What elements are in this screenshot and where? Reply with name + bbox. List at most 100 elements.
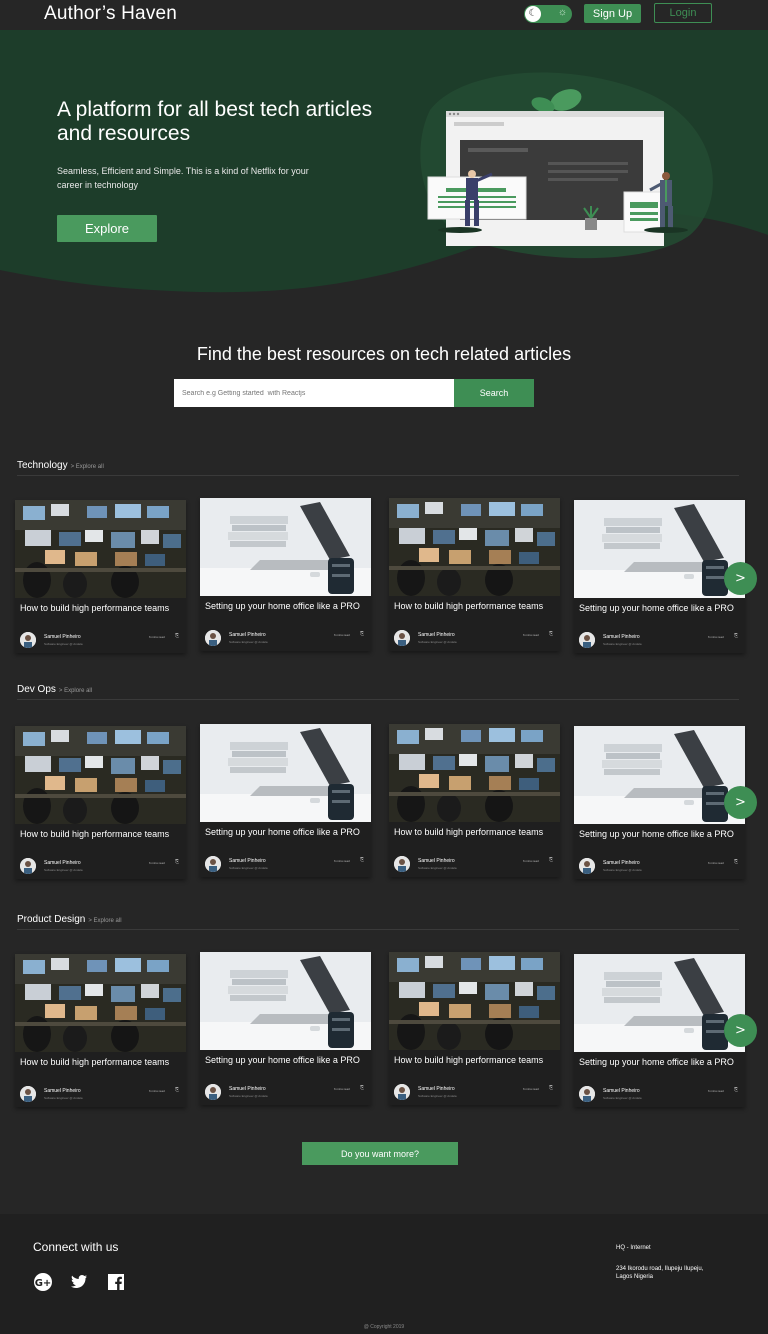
author-role: Software Engineer @ Andela [229,1094,268,1098]
author-name: Samuel Pinheiro [229,858,266,864]
bookmark-icon[interactable]: ⎘ [734,1087,738,1093]
article-title: Setting up your home office like a PRO [579,1057,734,1067]
article-thumbnail [15,726,186,824]
bookmark-icon[interactable]: ⎘ [549,1085,553,1091]
hero-illustration [427,89,688,246]
section-divider [17,929,739,930]
article-card[interactable]: Setting up your home office like a PRO Sa… [200,952,371,1105]
article-card[interactable]: How to build high performance teams Samue… [389,498,560,651]
article-title: Setting up your home office like a PRO [579,829,734,839]
moon-icon: ☾ [525,6,541,22]
next-arrow-button[interactable]: > [724,1014,757,1047]
article-thumbnail [200,498,371,596]
author-role: Software Engineer @ Andela [603,642,642,646]
next-arrow-button[interactable]: > [724,562,757,595]
explore-button[interactable]: Explore [57,215,157,242]
bookmark-icon[interactable]: ⎘ [360,1085,364,1091]
article-thumbnail [15,954,186,1052]
article-title: Setting up your home office like a PRO [205,601,360,611]
article-title: How to build high performance teams [20,603,170,613]
author-name: Samuel Pinheiro [418,632,455,638]
search-heading: Find the best resources on tech related … [196,344,572,364]
bookmark-icon[interactable]: ⎘ [175,633,179,639]
read-time: 6 mins read [708,635,724,639]
author-name: Samuel Pinheiro [603,860,640,866]
article-card[interactable]: How to build high performance teams Samue… [15,954,186,1107]
article-card[interactable]: Setting up your home office like a PRO Sa… [200,724,371,877]
avatar [20,1086,36,1102]
hero-subtitle: Seamless, Efficient and Simple. This is … [57,166,309,190]
author-role: Software Engineer @ Andela [418,866,457,870]
login-button[interactable]: Login [654,3,712,23]
author-role: Software Engineer @ Andela [418,1094,457,1098]
article-thumbnail [15,500,186,598]
copyright: @ Copyright 2019 [363,1324,405,1330]
author-role: Software Engineer @ Andela [603,868,642,872]
author-role: Software Engineer @ Andela [44,642,83,646]
bookmark-icon[interactable]: ⎘ [734,633,738,639]
more-button[interactable]: Do you want more? [302,1142,458,1165]
author-name: Samuel Pinheiro [229,632,266,638]
avatar [394,856,410,872]
bookmark-icon[interactable]: ⎘ [360,857,364,863]
article-card[interactable]: Setting up your home office like a PRO Sa… [200,498,371,651]
bookmark-icon[interactable]: ⎘ [734,859,738,865]
article-card[interactable]: Setting up your home office like a PRO Sa… [574,500,745,653]
article-title: Setting up your home office like a PRO [205,827,360,837]
bookmark-icon[interactable]: ⎘ [360,631,364,637]
read-time: 6 mins read [334,633,350,637]
section-divider [17,699,739,700]
section-heading: Dev Ops > Explore all [17,684,92,695]
author-role: Software Engineer @ Andela [229,866,268,870]
explore-all-link[interactable]: > Explore all [71,464,104,470]
theme-toggle[interactable]: ☾ ☼ [524,5,572,23]
avatar [579,1086,595,1102]
signup-button[interactable]: Sign Up [584,4,641,23]
article-title: Setting up your home office like a PRO [579,603,734,613]
bookmark-icon[interactable]: ⎘ [549,631,553,637]
article-title: How to build high performance teams [20,1057,170,1067]
footer: Connect with us G+ HQ - Internet 234 Iko… [0,1214,768,1334]
section-title: Product Design [17,914,86,925]
svg-text:G+: G+ [35,1278,52,1289]
section-heading: Product Design > Explore all [17,914,122,925]
bookmark-icon[interactable]: ⎘ [175,1087,179,1093]
next-arrow-button[interactable]: > [724,786,757,819]
read-time: 6 mins read [708,1089,724,1093]
google-plus-icon[interactable]: G+ [33,1272,53,1292]
article-thumbnail [389,952,560,1050]
read-time: 6 mins read [334,859,350,863]
article-title: Setting up your home office like a PRO [205,1055,360,1065]
avatar [20,858,36,874]
article-card[interactable]: How to build high performance teams Samue… [15,500,186,653]
article-thumbnail [389,498,560,596]
explore-all-link[interactable]: > Explore all [88,918,121,924]
author-role: Software Engineer @ Andela [603,1096,642,1100]
section-2: Product Design > Explore all How to build … [0,914,768,1114]
article-card[interactable]: How to build high performance teams Samue… [389,952,560,1105]
article-card[interactable]: Setting up your home office like a PRO Sa… [574,954,745,1107]
explore-all-link[interactable]: > Explore all [59,688,92,694]
read-time: 6 mins read [523,859,539,863]
bookmark-icon[interactable]: ⎘ [175,859,179,865]
twitter-icon[interactable] [69,1272,89,1292]
article-card[interactable]: How to build high performance teams Samue… [15,726,186,879]
search-button[interactable]: Search [454,379,534,407]
read-time: 6 mins read [149,1089,165,1093]
article-card[interactable]: How to build high performance teams Samue… [389,724,560,877]
section-divider [17,475,739,476]
avatar [394,630,410,646]
avatar [205,1084,221,1100]
connect-heading: Connect with us [33,1240,119,1254]
hero-title: A platform for all best tech articles an… [57,98,373,145]
sun-icon: ☼ [557,7,567,18]
section-0: Technology > Explore all How to build high… [0,460,768,660]
bookmark-icon[interactable]: ⎘ [549,857,553,863]
article-card[interactable]: Setting up your home office like a PRO Sa… [574,726,745,879]
article-thumbnail [574,954,745,1052]
site-logo[interactable]: Author’s Haven [44,3,177,25]
article-title: How to build high performance teams [394,827,544,837]
search-input[interactable] [174,379,454,407]
author-name: Samuel Pinheiro [418,1086,455,1092]
facebook-icon[interactable] [106,1272,126,1292]
